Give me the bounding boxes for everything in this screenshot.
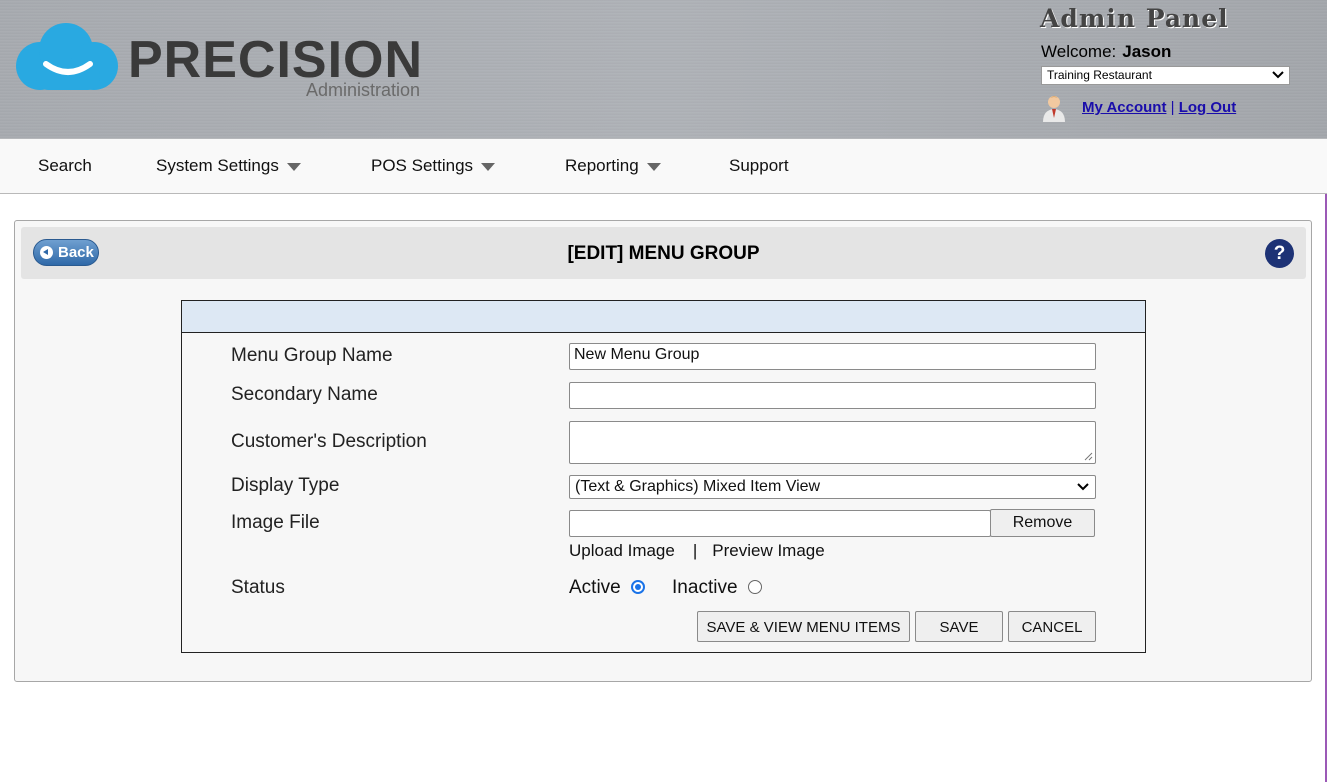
form-header-bar xyxy=(182,301,1145,333)
preview-image-link[interactable]: Preview Image xyxy=(712,541,824,560)
restaurant-select-value: Training Restaurant xyxy=(1047,68,1152,82)
status-radio-group: Active Inactive xyxy=(569,577,762,599)
cancel-button[interactable]: CANCEL xyxy=(1008,611,1096,642)
status-label: Status xyxy=(231,577,285,598)
caret-down-icon xyxy=(286,162,301,171)
customer-description-label: Customer's Description xyxy=(231,431,427,452)
nav-item-reporting[interactable]: Reporting xyxy=(565,156,661,176)
page-title: [EDIT] MENU GROUP xyxy=(567,243,760,264)
secondary-name-input[interactable] xyxy=(569,382,1096,409)
menu-group-name-input[interactable]: New Menu Group xyxy=(569,343,1096,370)
display-type-value: (Text & Graphics) Mixed Item View xyxy=(575,478,821,495)
nav-item-search[interactable]: Search xyxy=(38,156,92,176)
status-active-label: Active xyxy=(569,577,621,598)
header: PRECISION Administration Admin Panel Wel… xyxy=(0,0,1327,139)
main-nav: Search System Settings POS Settings Repo… xyxy=(0,139,1327,194)
image-links: Upload Image | Preview Image xyxy=(569,541,825,561)
customer-description-textarea[interactable] xyxy=(569,421,1096,464)
cloud-logo-icon xyxy=(16,23,118,90)
image-file-input[interactable] xyxy=(569,510,991,537)
logo-subtitle: Administration xyxy=(306,80,421,100)
status-inactive-radio[interactable] xyxy=(747,580,762,594)
nav-item-system-settings[interactable]: System Settings xyxy=(156,156,301,176)
secondary-name-label: Secondary Name xyxy=(231,384,378,405)
admin-panel-title: Admin Panel xyxy=(1040,4,1229,33)
upload-image-link[interactable]: Upload Image xyxy=(569,541,675,560)
nav-item-label: Reporting xyxy=(565,156,639,175)
remove-image-button[interactable]: Remove xyxy=(990,509,1095,537)
nav-item-label: Search xyxy=(38,156,92,175)
welcome-text: Welcome: Jason xyxy=(1041,42,1171,62)
welcome-label: Welcome: xyxy=(1041,42,1117,61)
chevron-down-icon xyxy=(1272,71,1284,79)
my-account-link[interactable]: My Account xyxy=(1082,99,1166,116)
save-button[interactable]: SAVE xyxy=(915,611,1003,642)
nav-item-label: System Settings xyxy=(156,156,279,175)
nav-item-label: Support xyxy=(729,156,789,175)
user-name: Jason xyxy=(1122,42,1172,61)
chevron-down-icon xyxy=(1077,483,1089,491)
image-file-label: Image File xyxy=(231,512,320,533)
display-type-select[interactable]: (Text & Graphics) Mixed Item View xyxy=(569,475,1096,499)
save-view-menu-items-button[interactable]: SAVE & VIEW MENU ITEMS xyxy=(697,611,910,642)
nav-item-pos-settings[interactable]: POS Settings xyxy=(371,156,496,176)
display-type-label: Display Type xyxy=(231,475,340,496)
menu-group-form: Menu Group Name New Menu Group Secondary… xyxy=(181,300,1146,653)
user-avatar-icon xyxy=(1043,96,1065,122)
status-inactive-label: Inactive xyxy=(672,577,738,598)
caret-down-icon xyxy=(646,162,661,171)
caret-down-icon xyxy=(481,162,496,171)
link-separator: | xyxy=(1170,99,1175,116)
nav-item-label: POS Settings xyxy=(371,156,474,175)
links-separator: | xyxy=(692,541,698,560)
panel-titlebar: Back [EDIT] MENU GROUP ? xyxy=(21,227,1306,279)
resize-grip-icon[interactable] xyxy=(1084,452,1093,461)
log-out-link[interactable]: Log Out xyxy=(1179,99,1236,116)
account-links: My Account | Log Out xyxy=(1082,99,1236,116)
menu-group-name-label: Menu Group Name xyxy=(231,345,393,366)
restaurant-select[interactable]: Training Restaurant xyxy=(1041,66,1290,85)
status-active-radio[interactable] xyxy=(630,580,645,594)
nav-item-support[interactable]: Support xyxy=(729,156,789,176)
help-icon[interactable]: ? xyxy=(1265,239,1294,268)
